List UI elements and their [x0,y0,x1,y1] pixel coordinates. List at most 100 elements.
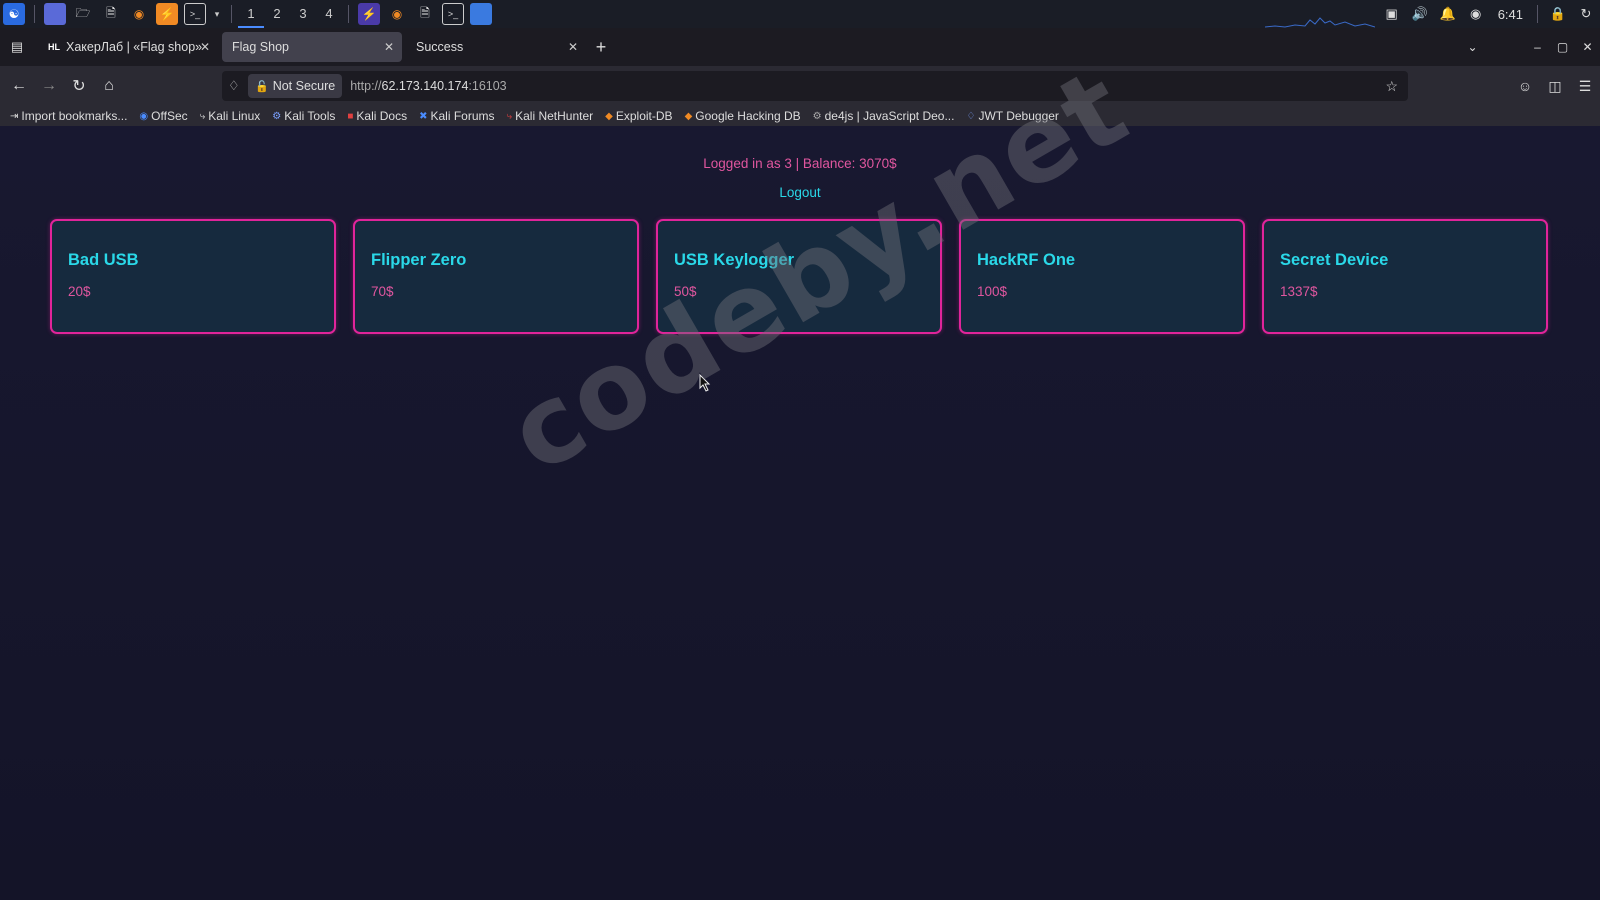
close-window-icon[interactable]: ✕ [1575,40,1600,54]
volume-icon[interactable]: 🔊 [1406,6,1434,22]
maximize-icon[interactable]: ▢ [1550,40,1575,54]
firefox-window-icon[interactable]: ◉ [386,3,408,25]
desktop-icon[interactable] [44,3,66,25]
browser-nav-bar: ← → ↻ ⌂ ♢ 🔓 Not Secure http://62.173.140… [0,66,1600,106]
tab-flag-shop[interactable]: Flag Shop ✕ [222,32,402,62]
tab-label: Flag Shop [232,40,289,54]
close-tab-icon[interactable]: ✕ [200,40,210,54]
ghdb-icon: ◆ [684,110,693,122]
workspace-3[interactable]: 3 [290,0,316,28]
logout-link[interactable]: Logout [0,185,1600,200]
workspace-2[interactable]: 2 [264,0,290,28]
extensions-icon[interactable]: ◫ [1540,78,1570,95]
import-icon: ⇥ [10,110,19,122]
text-editor-icon[interactable]: 🗎 [100,3,122,25]
home-icon[interactable]: ⌂ [94,77,124,95]
bookmark-import[interactable]: ⇥ Import bookmarks... [10,109,127,123]
tab-overview-icon[interactable]: ▤ [0,39,34,55]
cpu-graph [1265,17,1375,28]
bookmark-label: Kali Docs [356,109,408,123]
bookmark-kali-forums[interactable]: ✖ Kali Forums [419,109,494,123]
minimize-icon[interactable]: – [1525,40,1550,54]
product-name: Flipper Zero [371,251,467,269]
burp-icon[interactable]: ⚡ [156,3,178,25]
hackerlab-favicon-icon: HL [48,42,60,52]
url-bar[interactable]: ♢ 🔓 Not Secure http://62.173.140.174:161… [222,71,1408,101]
tab-success[interactable]: Success ✕ [406,32,586,62]
kali-docs-icon: ■ [347,110,354,122]
tab-label: ХакерЛаб | «Flag shop» [66,40,203,54]
shield-icon[interactable]: ♢ [228,78,240,94]
product-card-bad-usb[interactable]: Bad USB 20$ [50,219,336,334]
bookmark-label: Import bookmarks... [21,109,128,123]
bookmark-label: Exploit-DB [615,109,673,123]
menu-icon[interactable]: ☰ [1570,78,1600,95]
product-name: HackRF One [977,251,1076,269]
system-tray: ▣ 🔊 🔔 ◉ 6:41 🔒 ↻ [1378,0,1600,28]
kali-menu-icon[interactable]: ☯ [3,3,25,25]
bookmark-label: Kali NetHunter [515,109,594,123]
reload-icon[interactable]: ↻ [64,76,94,96]
not-secure-indicator[interactable]: 🔓 Not Secure [248,74,343,98]
exploit-db-icon: ◆ [605,110,613,122]
taskbar-separator [231,5,232,23]
page-content: Logged in as 3 | Balance: 3070$ Logout B… [0,45,1600,900]
tab-hackerlab[interactable]: HL ХакерЛаб | «Flag shop» ✕ [38,32,218,62]
url-text[interactable]: http://62.173.140.174:16103 [350,79,506,93]
bookmark-star-icon[interactable]: ☆ [1385,78,1398,95]
workspace-4[interactable]: 4 [316,0,342,28]
tab-label: Success [416,40,464,54]
bookmark-exploit-db[interactable]: ◆ Exploit-DB [605,109,672,123]
url-host: 62.173.140.174 [381,79,469,93]
lock-warning-icon: 🔓 [255,80,269,93]
close-tab-icon[interactable]: ✕ [384,40,394,54]
display-icon[interactable]: ▣ [1378,6,1406,22]
product-price: 1337$ [1280,284,1318,299]
url-prefix: http:// [350,79,382,93]
toolbar-right: ☺ ◫ ☰ [1510,66,1600,106]
not-secure-label: Not Secure [272,79,336,93]
bookmark-google-hacking-db[interactable]: ◆ Google Hacking DB [685,109,801,123]
close-tab-icon[interactable]: ✕ [568,40,578,54]
file-manager-icon[interactable]: 🗁 [72,3,94,25]
folder-window-icon[interactable] [470,3,492,25]
de4js-icon: ⚙ [812,110,822,122]
bookmark-label: OffSec [151,109,188,123]
product-card-flipper-zero[interactable]: Flipper Zero 70$ [353,219,639,334]
workspace-1[interactable]: 1 [238,0,264,28]
lock-icon[interactable]: 🔒 [1544,6,1572,22]
window-controls: ⌄ – ▢ ✕ [1460,28,1600,66]
browser-tab-bar: ▤ HL ХакерЛаб | «Flag shop» ✕ Flag Shop … [0,28,1600,66]
firefox-icon[interactable]: ◉ [128,3,150,25]
os-taskbar: ☯ 🗁 🗎 ◉ ⚡ >_ ▾ 1 2 3 4 ⚡ ◉ 🗎 >_ ▣ 🔊 🔔 ◉ … [0,0,1600,28]
account-icon[interactable]: ☺ [1510,78,1540,94]
forward-icon[interactable]: → [34,77,64,95]
burp-window-icon[interactable]: ⚡ [358,3,380,25]
bookmark-offsec[interactable]: ◉ OffSec [139,109,187,123]
bookmark-kali-linux[interactable]: ⤷ Kali Linux [200,109,261,123]
bookmark-kali-nethunter[interactable]: ⤷ Kali NetHunter [507,109,594,123]
new-tab-icon[interactable]: + [586,37,616,58]
bookmark-label: Kali Tools [284,109,336,123]
taskbar-separator [34,5,35,23]
terminal-window-icon[interactable]: >_ [442,3,464,25]
editor-window-icon[interactable]: 🗎 [414,3,436,25]
bookmark-kali-tools[interactable]: ⚙ Kali Tools [272,109,335,123]
kali-dragon-icon: ⤷ [199,110,206,122]
chevron-down-icon[interactable]: ▾ [212,3,222,25]
bookmark-label: Kali Forums [430,109,495,123]
product-card-secret-device[interactable]: Secret Device 1337$ [1262,219,1548,334]
product-price: 20$ [68,284,91,299]
url-port: :16103 [468,79,507,93]
terminal-icon[interactable]: >_ [184,3,206,25]
notification-bell-icon[interactable]: 🔔 [1434,6,1462,22]
bookmark-kali-docs[interactable]: ■ Kali Docs [347,109,407,123]
logout-icon[interactable]: ↻ [1572,6,1600,22]
login-status: Logged in as 3 | Balance: 3070$ [703,156,897,171]
product-name: Secret Device [1280,251,1389,269]
power-status-icon[interactable]: ◉ [1462,6,1490,22]
back-icon[interactable]: ← [4,77,34,95]
bookmark-de4js[interactable]: ⚙ de4js | JavaScript Deo... [813,109,955,123]
taskbar-separator [348,5,349,23]
tab-list-chevron-icon[interactable]: ⌄ [1460,40,1485,54]
